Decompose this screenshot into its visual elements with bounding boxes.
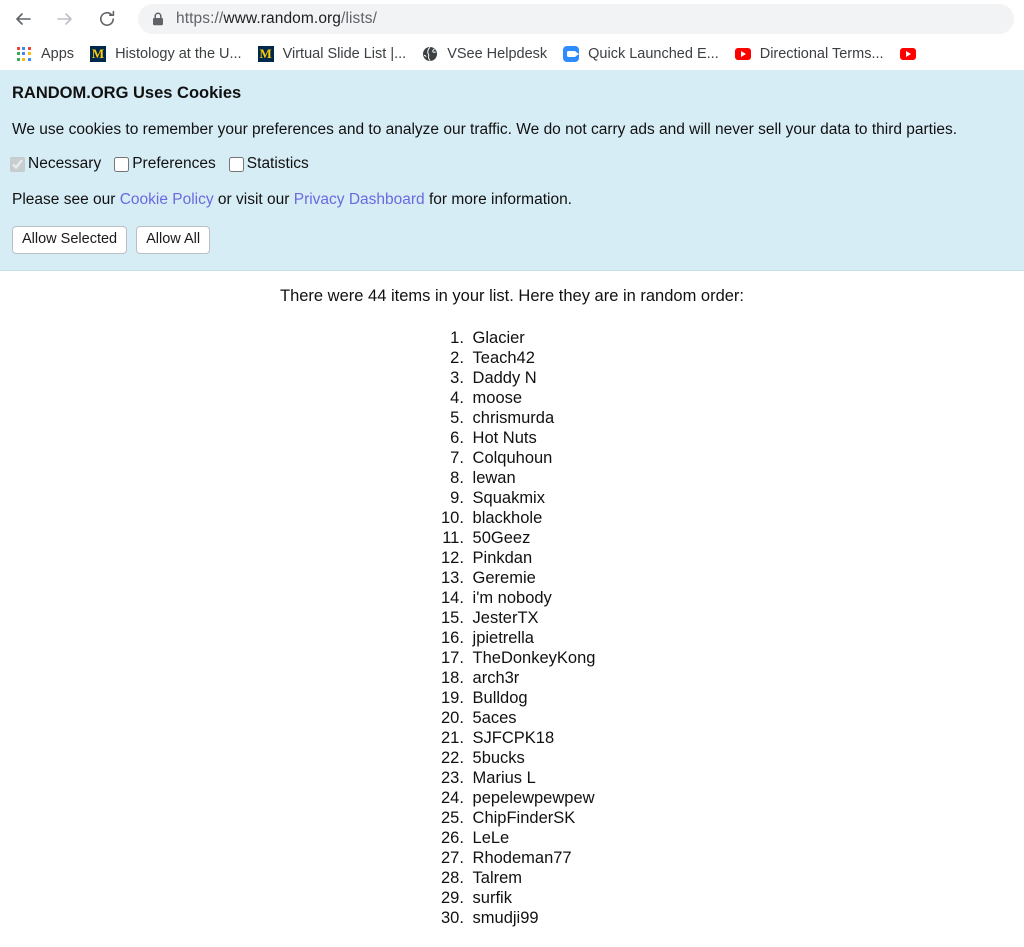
list-item: JesterTX: [469, 608, 596, 628]
address-bar-url: https://www.random.org/lists/: [176, 10, 377, 28]
preferences-checkbox[interactable]: [114, 156, 130, 172]
list-item: Daddy N: [469, 368, 596, 388]
list-item: smudji99: [469, 908, 596, 928]
policy-middle-text: or visit our: [213, 191, 294, 208]
policy-prefix-text: Please see our: [12, 191, 120, 208]
bookmarks-bar: Apps M Histology at the U... M Virtual S…: [0, 38, 1024, 70]
list-item: Glacier: [469, 328, 596, 348]
list-item: surfik: [469, 888, 596, 908]
necessary-label: Necessary: [28, 155, 102, 172]
browser-chrome: https://www.random.org/lists/ Apps M His…: [0, 0, 1024, 70]
list-item: Rhodeman77: [469, 848, 596, 868]
back-arrow-icon: [16, 13, 31, 25]
youtube-icon: [734, 46, 751, 62]
bookmark-directional-terms-label: Directional Terms...: [759, 46, 884, 62]
url-scheme: https://: [176, 10, 224, 27]
necessary-checkbox: [10, 156, 25, 172]
list-item: chrismurda: [469, 408, 596, 428]
globe-icon: [422, 46, 438, 62]
list-item: Marius L: [469, 768, 596, 788]
bookmark-youtube-overflow[interactable]: [892, 41, 933, 67]
bookmark-apps[interactable]: Apps: [8, 41, 82, 67]
list-item: Geremie: [469, 568, 596, 588]
michigan-m-icon: M: [257, 46, 274, 62]
list-item: 50Geez: [469, 528, 596, 548]
cookie-policy-link[interactable]: Cookie Policy: [120, 191, 214, 208]
statistics-label: Statistics: [246, 155, 309, 172]
list-item: blackhole: [469, 508, 596, 528]
preferences-label: Preferences: [132, 155, 216, 172]
forward-arrow-icon: [57, 13, 72, 25]
list-item: jpietrella: [469, 628, 596, 648]
list-item: Pinkdan: [469, 548, 596, 568]
list-item: Colquhoun: [469, 448, 596, 468]
bookmark-apps-label: Apps: [41, 46, 75, 62]
bookmark-directional-terms[interactable]: Directional Terms...: [727, 41, 892, 67]
list-item: 5aces: [469, 708, 596, 728]
bookmark-virtual-slide-list-label: Virtual Slide List |...: [282, 46, 407, 62]
reload-button[interactable]: [92, 4, 122, 34]
cookie-banner-title: RANDOM.ORG Uses Cookies: [12, 84, 242, 102]
cookie-banner-body: We use cookies to remember your preferen…: [12, 121, 958, 138]
policy-suffix-text: for more information.: [424, 191, 572, 208]
bookmark-virtual-slide-list[interactable]: M Virtual Slide List |...: [250, 41, 415, 67]
statistics-checkbox[interactable]: [228, 156, 244, 172]
bookmark-histology-label: Histology at the U...: [115, 46, 242, 62]
privacy-dashboard-link[interactable]: Privacy Dashboard: [294, 191, 425, 208]
bookmark-quick-launched-label: Quick Launched E...: [588, 46, 719, 62]
bookmark-vsee-helpdesk[interactable]: VSee Helpdesk: [414, 41, 555, 67]
list-item: TheDonkeyKong: [469, 648, 596, 668]
list-item: Squakmix: [469, 488, 596, 508]
address-bar[interactable]: https://www.random.org/lists/: [138, 4, 1014, 34]
list-item: moose: [469, 388, 596, 408]
page-content: There were 44 items in your list. Here t…: [0, 270, 1024, 928]
browser-toolbar: https://www.random.org/lists/: [0, 0, 1024, 38]
apps-grid-icon: [16, 46, 32, 62]
allow-all-button[interactable]: Allow All: [136, 226, 211, 254]
bookmark-histology[interactable]: M Histology at the U...: [82, 41, 250, 67]
url-host: www.random.org: [223, 10, 342, 27]
cookie-policy-line: Please see our Cookie Policy or visit ou…: [12, 191, 1014, 209]
list-item: pepelewpewpew: [469, 788, 596, 808]
reload-icon: [100, 10, 115, 26]
list-item: Teach42: [469, 348, 596, 368]
results-intro-text: There were 44 items in your list. Here t…: [279, 286, 745, 305]
cookie-option-statistics[interactable]: Statistics: [228, 155, 309, 173]
list-item: arch3r: [469, 668, 596, 688]
zoom-camera-icon: [563, 46, 580, 62]
bookmark-vsee-helpdesk-label: VSee Helpdesk: [447, 46, 548, 62]
list-item: ChipFinderSK: [469, 808, 596, 828]
list-item: lewan: [469, 468, 596, 488]
url-path: /lists/: [341, 10, 378, 27]
allow-selected-button[interactable]: Allow Selected: [12, 226, 128, 254]
cookie-option-preferences[interactable]: Preferences: [114, 155, 216, 173]
forward-button: [50, 4, 80, 34]
cookie-banner-actions: Allow Selected Allow All: [12, 226, 1014, 254]
list-item: LeLe: [469, 828, 596, 848]
lock-icon: [152, 12, 164, 26]
list-item: 5bucks: [469, 748, 596, 768]
cookie-consent-options: Necessary Preferences Statistics: [10, 155, 1014, 173]
cookie-consent-banner: RANDOM.ORG Uses Cookies We use cookies t…: [0, 70, 1024, 271]
cookie-option-necessary[interactable]: Necessary: [10, 155, 101, 173]
list-item: Talrem: [469, 868, 596, 888]
youtube-icon: [899, 46, 916, 62]
list-item: i'm nobody: [469, 588, 596, 608]
list-item: Hot Nuts: [469, 428, 596, 448]
back-button[interactable]: [8, 4, 38, 34]
bookmark-quick-launched[interactable]: Quick Launched E...: [555, 41, 727, 67]
list-item: SJFCPK18: [469, 728, 596, 748]
list-item: Bulldog: [469, 688, 596, 708]
results-list-wrap: GlacierTeach42Daddy NmoosechrismurdaHot …: [0, 328, 1024, 928]
michigan-m-icon: M: [90, 46, 107, 62]
randomized-list: GlacierTeach42Daddy NmoosechrismurdaHot …: [429, 328, 596, 928]
